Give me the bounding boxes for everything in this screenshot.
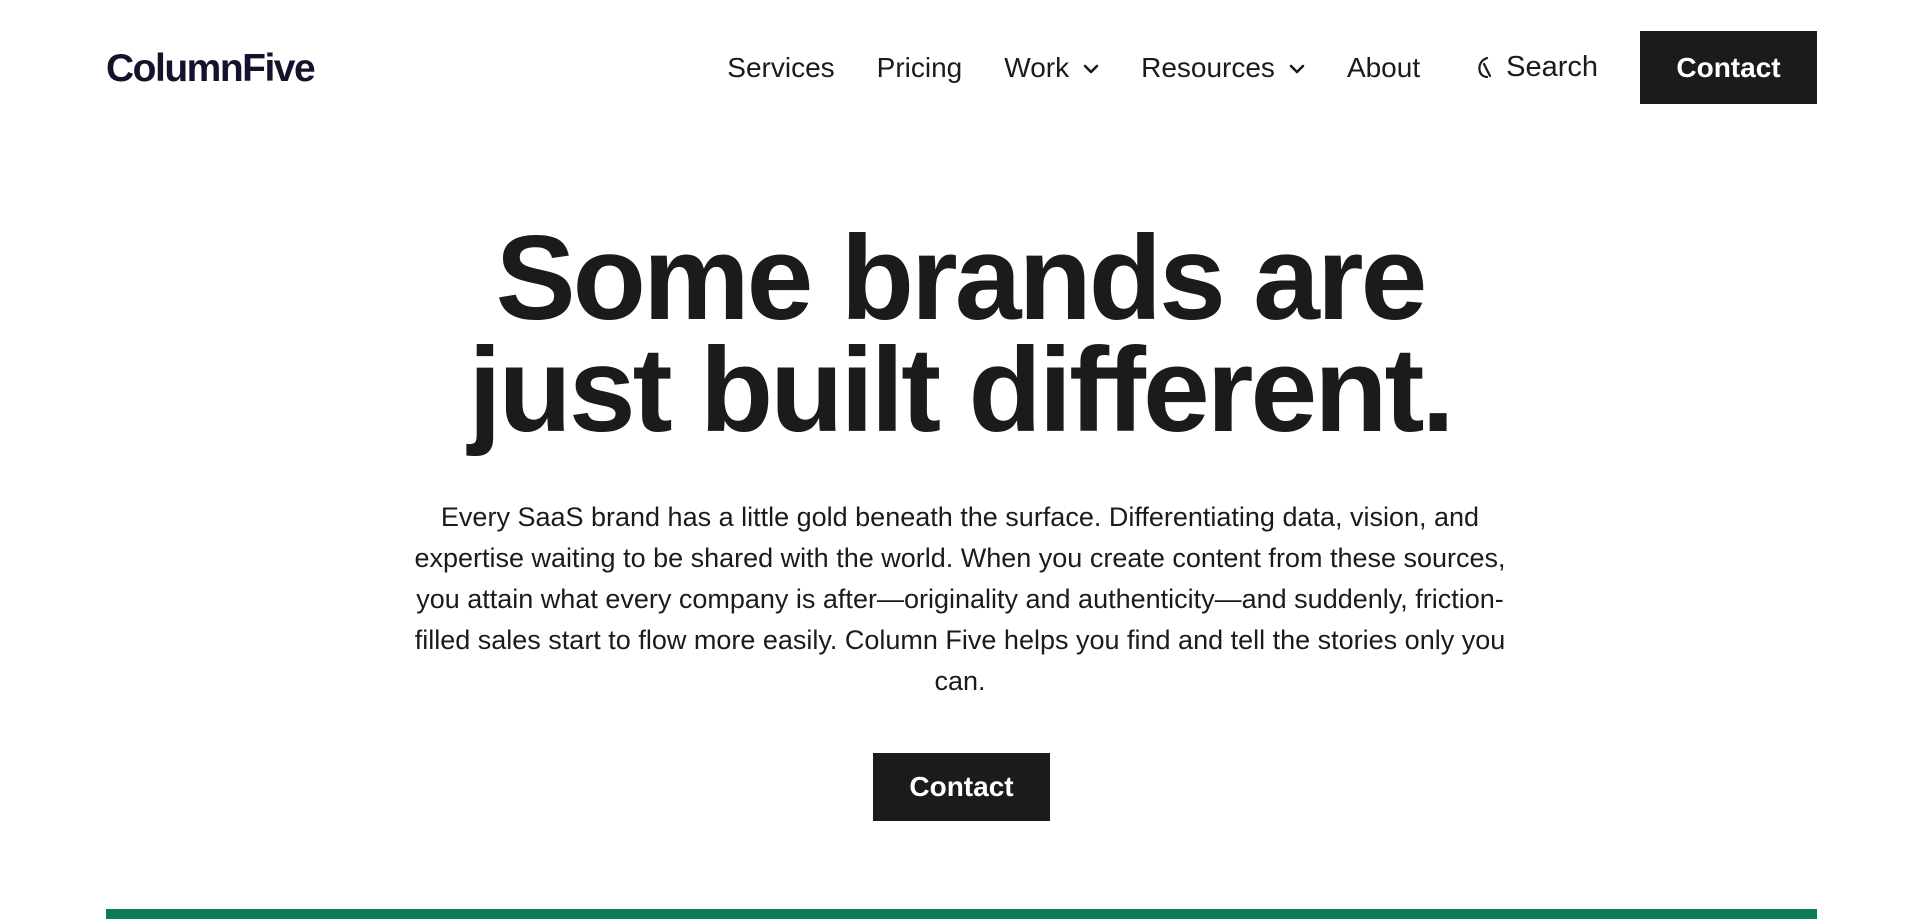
nav-services-label: Services (727, 51, 835, 83)
logo[interactable]: ColumnFive (106, 49, 316, 88)
page: ColumnFive Services Pricing Work Resourc… (0, 0, 1920, 919)
main-nav: Services Pricing Work Resources About Se… (727, 31, 1817, 104)
nav-about-label: About (1346, 51, 1421, 83)
search-icon (1474, 55, 1496, 81)
search-label: Search (1506, 51, 1598, 83)
nav-work[interactable]: Work (1004, 52, 1101, 84)
hero-headline-line-2: just built different. (468, 323, 1455, 457)
nav-pricing-label: Pricing (876, 51, 963, 83)
nav-services[interactable]: Services (727, 52, 834, 84)
header-contact-button[interactable]: Contact (1640, 31, 1817, 104)
site-header: ColumnFive Services Pricing Work Resourc… (106, 31, 1817, 104)
hero-description: Every SaaS brand has a little gold benea… (414, 502, 1506, 696)
hero-headline: Some brands are just built different. (0, 211, 1920, 457)
nav-pricing[interactable]: Pricing (877, 52, 963, 84)
chevron-down-icon (1287, 59, 1307, 79)
accent-bar (106, 909, 1817, 919)
chevron-down-icon (1081, 59, 1101, 79)
hero-headline-line-1: Some brands are (495, 211, 1428, 345)
hero-contact-button[interactable]: Contact (873, 753, 1050, 821)
search-button[interactable]: Search (1474, 51, 1598, 84)
nav-work-label: Work (1004, 51, 1070, 83)
nav-about[interactable]: About (1347, 52, 1420, 84)
nav-resources-label: Resources (1141, 51, 1275, 83)
nav-resources[interactable]: Resources (1141, 52, 1307, 84)
